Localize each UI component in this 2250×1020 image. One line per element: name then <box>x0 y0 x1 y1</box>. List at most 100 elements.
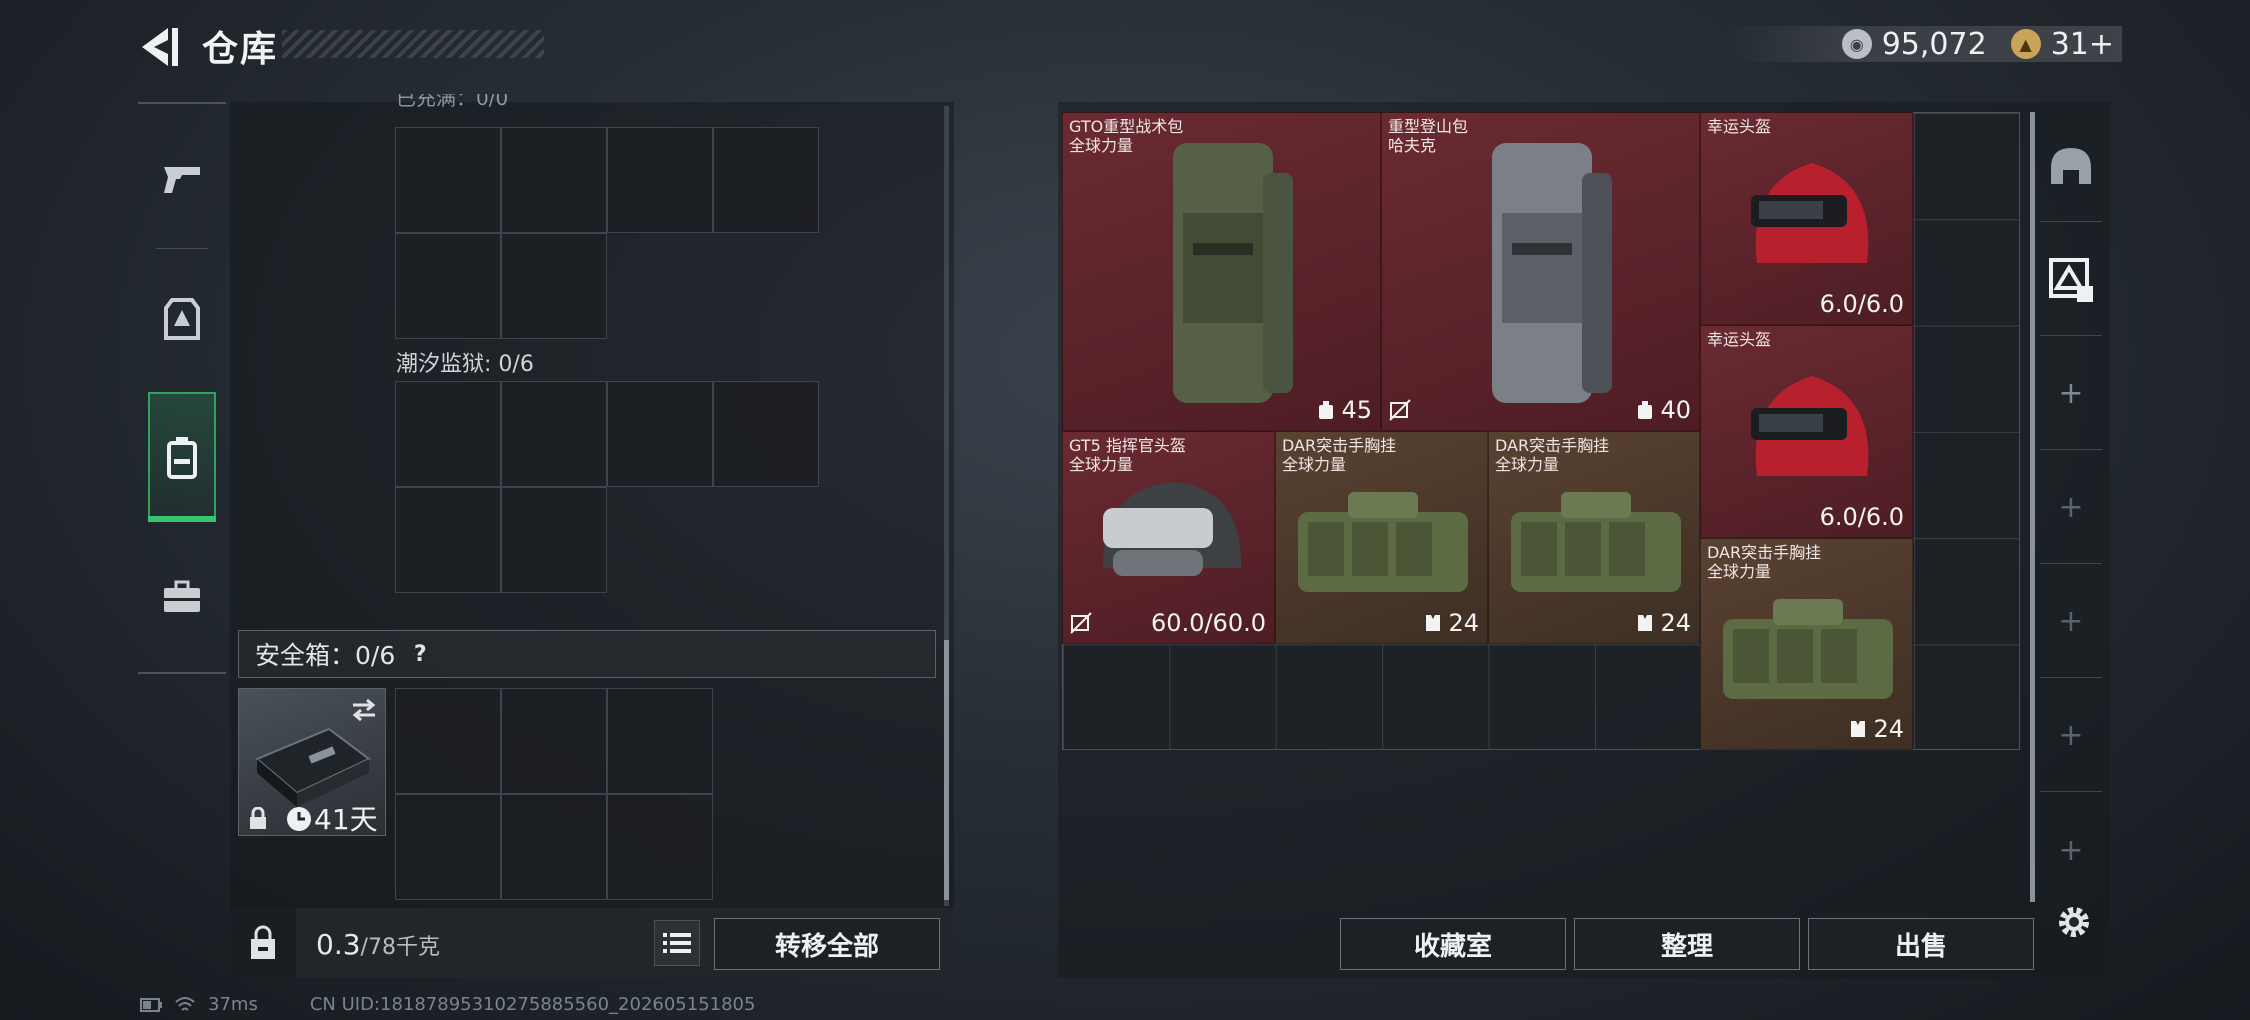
vest-icon <box>1426 615 1441 631</box>
silver-coin-value: 95,072 <box>1881 26 1987 62</box>
stash-tab-all[interactable] <box>2040 224 2102 336</box>
plus-icon: + <box>2058 832 2084 868</box>
grid-cell[interactable] <box>607 794 713 900</box>
safe-box-days: 41天 <box>314 803 378 836</box>
grid-cell[interactable] <box>501 688 607 794</box>
item-name: DAR突击手胸挂 全球力量 <box>1495 436 1610 474</box>
stash-tab-add-2[interactable]: + <box>2040 452 2102 564</box>
lock-icon <box>250 807 266 829</box>
page-title: 仓库 <box>202 29 279 70</box>
title-decoration <box>282 30 544 58</box>
grid-cell[interactable] <box>501 233 607 339</box>
transfer-all-button[interactable]: 转移全部 <box>714 918 940 970</box>
grid-cell[interactable] <box>713 381 819 487</box>
item-capacity: 24 <box>1849 715 1904 743</box>
item-durability: 6.0/6.0 <box>1820 290 1904 318</box>
silver-coin-icon: ◉ <box>1841 29 1872 59</box>
weight-current: 0.3 <box>316 928 361 961</box>
stash-tab-add-5[interactable]: + <box>2040 794 2102 906</box>
item-name: GT5 指挥官头盔 全球力量 <box>1069 436 1186 474</box>
help-icon[interactable]: ? <box>405 639 435 669</box>
rail-tab-weapons[interactable] <box>140 114 224 244</box>
grid-cell[interactable] <box>395 233 501 339</box>
safe-box-label: 安全箱：0/6 <box>255 641 396 670</box>
item-capacity: 24 <box>1424 609 1479 637</box>
item-stat-value: 60.0/60.0 <box>1151 609 1266 637</box>
grid-cell[interactable] <box>501 794 607 900</box>
armor-icon <box>164 298 200 340</box>
plus-icon: + <box>2058 604 2084 639</box>
gold-coin-value[interactable]: 31+ <box>2051 27 2114 62</box>
stash-item-dar-rig-3[interactable]: DAR突击手胸挂 全球力量 24 <box>1700 538 1913 750</box>
stash-tab-helmet[interactable] <box>2040 110 2102 222</box>
stash-scrollbar[interactable] <box>2030 112 2035 902</box>
safe-box-header: 安全箱：0/6 ? <box>238 630 936 678</box>
stash-tab-add-1[interactable]: + <box>2040 338 2102 450</box>
item-capacity: 40 <box>1636 396 1691 424</box>
rail-divider <box>156 248 208 249</box>
helmet-art <box>1751 163 1869 263</box>
vest-icon <box>1638 615 1653 631</box>
stash-item-gto-backpack[interactable]: GTO重型战术包 全球力量 45 <box>1062 112 1381 431</box>
back-arrow-icon <box>142 28 178 66</box>
list-view-button[interactable] <box>654 920 700 966</box>
plus-icon: + <box>2058 490 2084 525</box>
stash-item-dar-rig-1[interactable]: DAR突击手胸挂 全球力量 24 <box>1275 431 1488 644</box>
item-name: 幸运头盔 <box>1707 330 1772 349</box>
clock-icon <box>287 807 311 831</box>
vest-icon <box>1851 721 1866 737</box>
grid-cell[interactable] <box>501 127 607 233</box>
backpack-icon <box>167 437 197 479</box>
grid-cell[interactable] <box>395 794 501 900</box>
stash-tab-add-3[interactable]: + <box>2040 566 2102 678</box>
stash-grid-icon <box>2049 257 2093 302</box>
stash-item-gt5-helmet[interactable]: GT5 指挥官头盔 全球力量 60.0/60.0 <box>1062 431 1275 644</box>
currency-bar: ◉ 95,072 ▲ 31+ <box>1726 26 2122 62</box>
item-durability: 6.0/6.0 <box>1820 503 1904 531</box>
grid-cell[interactable] <box>501 487 607 593</box>
stash-item-lucky-helmet-1[interactable]: 幸运头盔 6.0/6.0 <box>1700 112 1913 325</box>
rail-tab-case[interactable] <box>140 532 224 662</box>
item-capacity: 24 <box>1636 609 1691 637</box>
plus-icon: + <box>2058 718 2084 753</box>
item-stat-value: 6.0/6.0 <box>1819 290 1904 318</box>
stash-item-heavy-pack[interactable]: 重型登山包 哈夫克 40 <box>1381 112 1700 431</box>
weight-display: 0.3/78千克 <box>316 928 440 961</box>
pistol-icon <box>164 167 200 193</box>
grid-cell[interactable] <box>395 127 501 233</box>
sort-button[interactable]: 整理 <box>1574 918 1800 970</box>
stash-item-lucky-helmet-2[interactable]: 幸运头盔 6.0/6.0 <box>1700 325 1913 538</box>
grid-cell[interactable] <box>607 688 713 794</box>
helmet-art <box>1751 376 1869 476</box>
back-button[interactable] <box>138 24 184 70</box>
weight-lock-button[interactable] <box>230 908 296 978</box>
grid-cell[interactable] <box>607 381 713 487</box>
list-icon <box>663 933 691 953</box>
chest-rig-art <box>1723 599 1893 699</box>
grid-cell[interactable] <box>395 381 501 487</box>
chest-rig-art <box>1298 492 1468 592</box>
stash-tab-add-4[interactable]: + <box>2040 680 2102 792</box>
grid-cell[interactable] <box>395 688 501 794</box>
item-name: GTO重型战术包 全球力量 <box>1069 117 1184 155</box>
grid-cell[interactable] <box>713 127 819 233</box>
collection-room-button[interactable]: 收藏室 <box>1340 918 1566 970</box>
grid-cell[interactable] <box>607 127 713 233</box>
grid-cell[interactable] <box>501 381 607 487</box>
briefcase-icon <box>164 580 200 612</box>
rail-tab-gear[interactable] <box>140 254 224 384</box>
rail-tab-backpack-icon-wrap <box>140 392 224 522</box>
sell-button[interactable]: 出售 <box>1808 918 2034 970</box>
left-scrollbar-thumb[interactable] <box>944 640 949 900</box>
container2-label: 潮汐监狱: 0/6 <box>396 352 534 377</box>
gear-icon <box>2059 907 2089 937</box>
swap-icon[interactable] <box>349 697 379 723</box>
stash-item-dar-rig-2[interactable]: DAR突击手胸挂 全球力量 24 <box>1488 431 1700 644</box>
item-stat-value: 24 <box>1448 609 1479 637</box>
settings-button[interactable] <box>2050 898 2098 946</box>
grid-cell[interactable] <box>395 487 501 593</box>
wifi-icon <box>175 996 195 1011</box>
helmet-art <box>1103 482 1242 576</box>
helmet-icon <box>2051 147 2091 184</box>
backpack-icon <box>1638 401 1653 419</box>
